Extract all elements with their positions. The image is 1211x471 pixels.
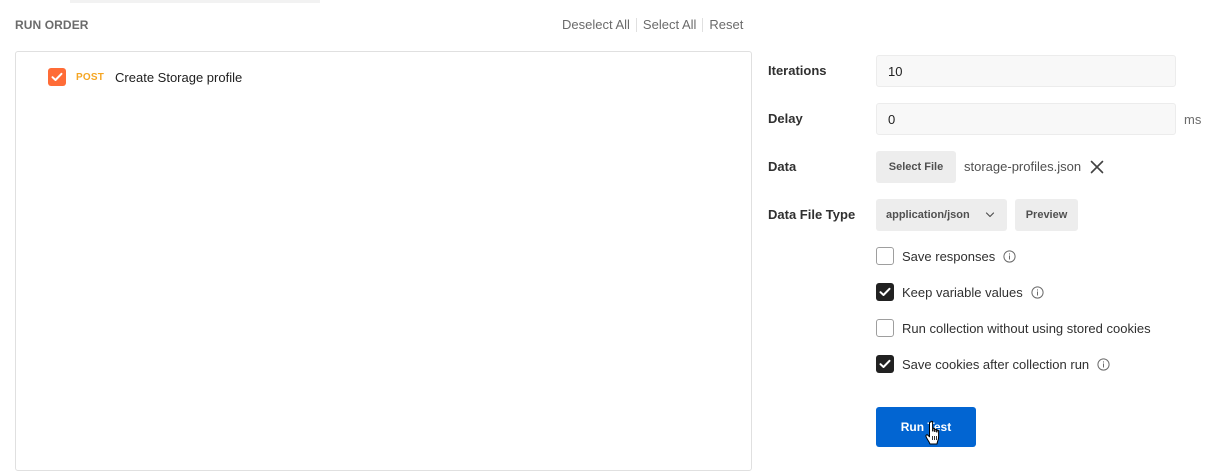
option-label: Run collection without using stored cook… bbox=[902, 320, 1151, 336]
deselect-all-button[interactable]: Deselect All bbox=[556, 16, 636, 34]
data-label: Data bbox=[768, 159, 797, 174]
request-method-badge: POST bbox=[76, 71, 105, 83]
chevron-down-icon bbox=[985, 212, 995, 218]
close-icon[interactable] bbox=[1089, 159, 1105, 175]
delay-unit: ms bbox=[1184, 112, 1202, 127]
data-file-name: storage-profiles.json bbox=[964, 159, 1082, 174]
reset-button[interactable]: Reset bbox=[703, 16, 749, 34]
run-without-cookies-checkbox[interactable] bbox=[876, 319, 894, 337]
keep-variable-values-checkbox[interactable] bbox=[876, 283, 894, 301]
option-label: Save responses bbox=[902, 248, 996, 264]
iterations-label: Iterations bbox=[768, 63, 827, 78]
request-name: Create Storage profile bbox=[115, 69, 243, 85]
checkmark-icon bbox=[879, 287, 891, 296]
option-label: Save cookies after collection run bbox=[902, 356, 1090, 372]
request-list[interactable]: POST Create Storage profile bbox=[15, 51, 752, 471]
run-order-actions: Deselect All Select All Reset bbox=[556, 16, 749, 34]
iterations-input[interactable] bbox=[876, 55, 1176, 87]
list-item[interactable]: POST Create Storage profile bbox=[48, 67, 242, 87]
delay-label: Delay bbox=[768, 111, 803, 126]
save-responses-option[interactable]: Save responses bbox=[876, 247, 1016, 265]
run-order-title: RUN ORDER bbox=[15, 18, 89, 32]
run-without-cookies-option[interactable]: Run collection without using stored cook… bbox=[876, 319, 1151, 337]
save-cookies-checkbox[interactable] bbox=[876, 355, 894, 373]
save-responses-checkbox[interactable] bbox=[876, 247, 894, 265]
option-label: Keep variable values bbox=[902, 284, 1023, 300]
data-file-type-select[interactable]: application/json bbox=[876, 199, 1007, 231]
keep-variable-values-option[interactable]: Keep variable values bbox=[876, 283, 1044, 301]
request-checkbox[interactable] bbox=[48, 68, 66, 86]
preview-button[interactable]: Preview bbox=[1015, 199, 1078, 231]
info-icon[interactable] bbox=[1031, 285, 1044, 299]
checkmark-icon bbox=[879, 359, 891, 368]
data-file-type-value: application/json bbox=[886, 209, 970, 221]
select-all-button[interactable]: Select All bbox=[637, 16, 702, 34]
hand-cursor-icon bbox=[925, 420, 940, 445]
top-strip bbox=[70, 0, 320, 3]
delay-input[interactable] bbox=[876, 103, 1176, 135]
checkmark-icon bbox=[51, 72, 63, 81]
info-icon[interactable] bbox=[1003, 249, 1016, 263]
save-cookies-option[interactable]: Save cookies after collection run bbox=[876, 355, 1110, 373]
data-file-type-label: Data File Type bbox=[768, 207, 856, 222]
info-icon[interactable] bbox=[1097, 357, 1110, 371]
select-file-button[interactable]: Select File bbox=[876, 151, 956, 183]
